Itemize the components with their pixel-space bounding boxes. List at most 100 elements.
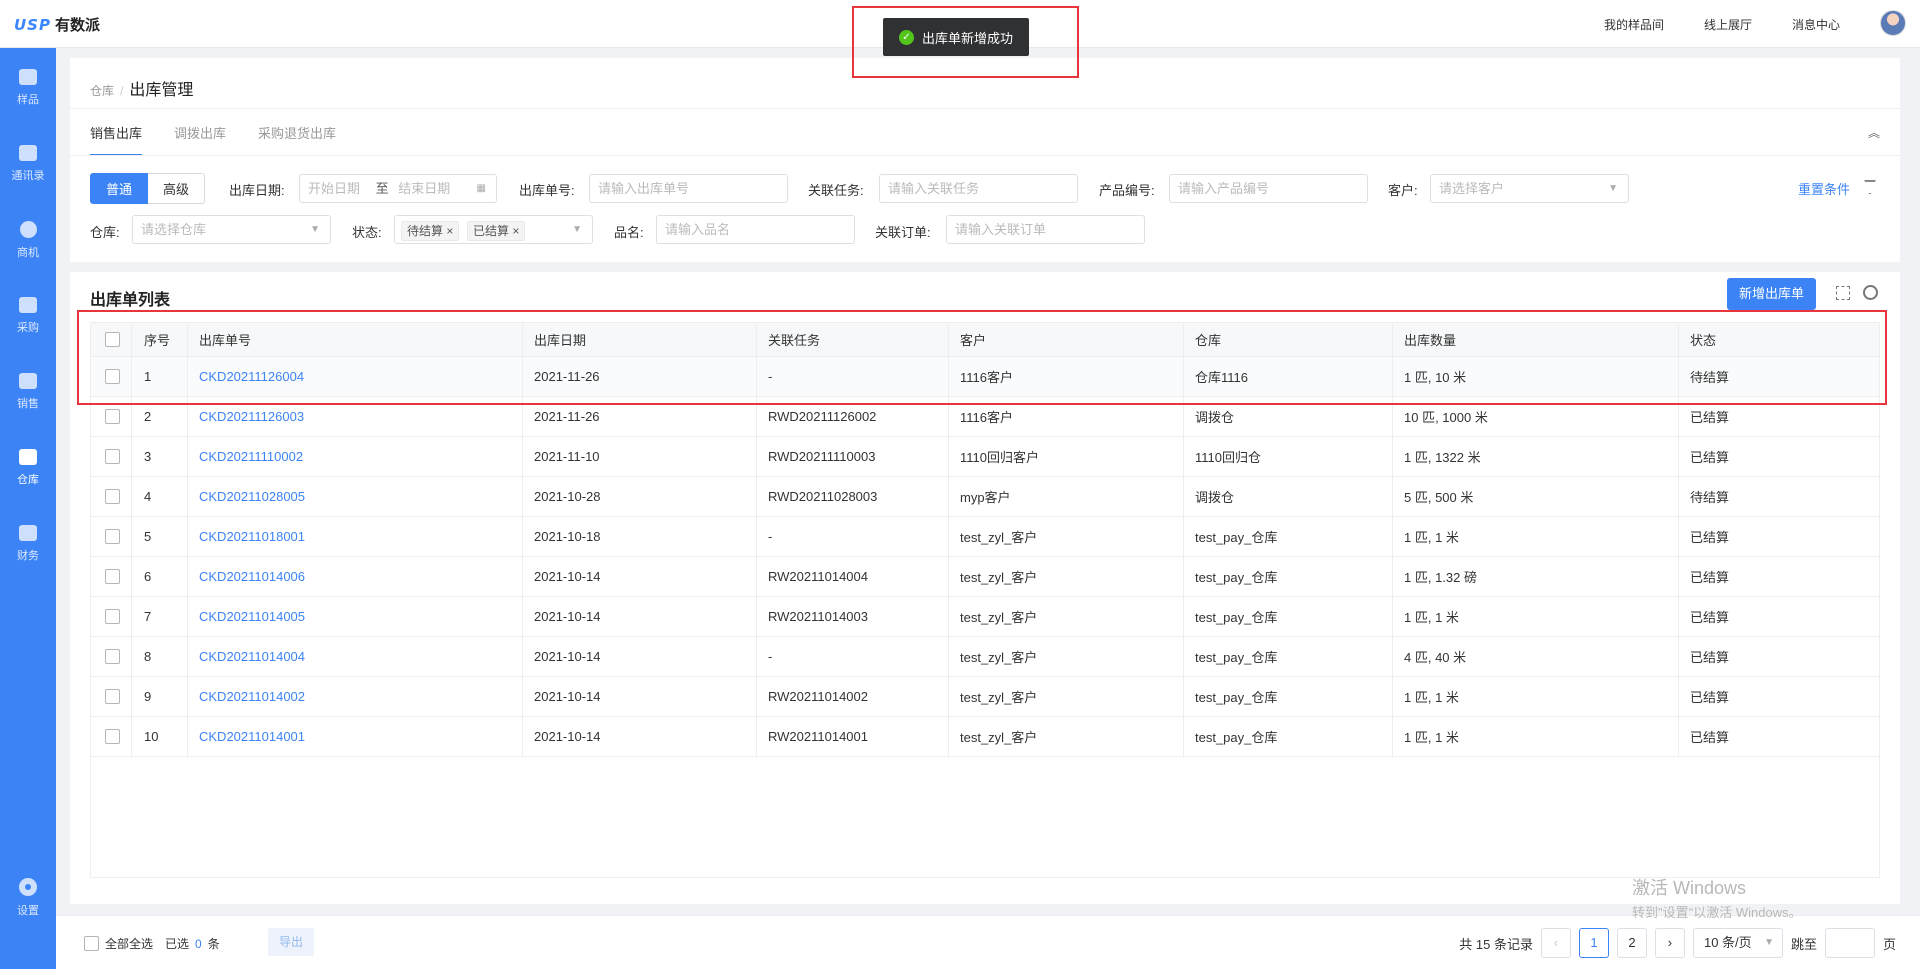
date-range-picker[interactable]: 开始日期 至 结束日期 ▦ xyxy=(299,174,497,203)
cell-date: 2021-10-28 xyxy=(522,477,601,516)
warehouse-placeholder: 请选择仓库 xyxy=(141,222,207,237)
row-checkbox[interactable] xyxy=(105,729,120,744)
cell-order-no[interactable]: CKD20211014004 xyxy=(187,637,305,676)
cell-order-no[interactable]: CKD20211014005 xyxy=(187,597,305,636)
row-checkbox[interactable] xyxy=(105,569,120,584)
cell-warehouse: test_pay_仓库 xyxy=(1183,597,1277,636)
cell-quantity: 1 匹, 1 米 xyxy=(1392,597,1459,636)
order-no-input[interactable]: 请输入出库单号 xyxy=(589,174,788,203)
cell-status: 已结算 xyxy=(1678,717,1729,756)
warehouse-select[interactable]: 请选择仓库 ▼ xyxy=(132,215,331,244)
chevron-down-icon: ▼ xyxy=(572,224,582,235)
add-outbound-button[interactable]: 新增出库单 xyxy=(1726,278,1816,310)
close-icon[interactable]: × xyxy=(512,224,519,238)
cell-quantity: 1 匹, 1322 米 xyxy=(1392,437,1481,476)
avatar[interactable] xyxy=(1880,10,1906,36)
table-row[interactable]: 1 CKD20211126004 2021-11-26 - 1116客户 仓库1116 1 … xyxy=(91,357,1879,397)
cell-order-no[interactable]: CKD20211126004 xyxy=(187,357,304,396)
table-row[interactable]: 6 CKD20211014006 2021-10-14 RW20211014004 te… xyxy=(91,557,1879,597)
cell-quantity: 1 匹, 1 米 xyxy=(1392,677,1459,716)
cell-warehouse: 调拨仓 xyxy=(1183,477,1234,516)
sidebar-item-contacts[interactable]: 通讯录 xyxy=(0,134,56,194)
collapse-up-icon[interactable]: ︽ xyxy=(1868,124,1880,141)
cell-order-no[interactable]: CKD20211028005 xyxy=(187,477,305,516)
cell-order-no[interactable]: CKD20211018001 xyxy=(187,517,305,556)
status-select[interactable]: 待结算 × 已结算 × ▼ xyxy=(394,215,593,244)
filter-icon[interactable] xyxy=(1864,180,1876,194)
cell-date: 2021-10-14 xyxy=(522,597,601,636)
row-checkbox[interactable] xyxy=(105,529,120,544)
prev-page-button[interactable]: ‹ xyxy=(1540,928,1571,958)
cell-index: 7 xyxy=(131,597,151,636)
top-nav-sample-room[interactable]: 我的样品间 xyxy=(1604,16,1664,33)
row-checkbox[interactable] xyxy=(105,489,120,504)
sidebar-item-settings[interactable]: 设置 xyxy=(0,868,56,928)
top-nav-message-center[interactable]: 消息中心 xyxy=(1792,16,1840,33)
table-row[interactable]: 7 CKD20211014005 2021-10-14 RW20211014003 te… xyxy=(91,597,1879,637)
select-all-checkbox[interactable] xyxy=(105,332,120,347)
watermark-line1: 激活 Windows xyxy=(1632,878,1747,898)
top-nav-online-showroom[interactable]: 线上展厅 xyxy=(1704,16,1752,33)
product-name-input[interactable]: 请输入品名 xyxy=(656,215,855,244)
date-label: 出库日期: xyxy=(229,183,285,198)
cell-order-no[interactable]: CKD20211110002 xyxy=(187,437,303,476)
cell-status: 已结算 xyxy=(1678,677,1729,716)
fullscreen-icon[interactable] xyxy=(1836,286,1850,300)
table-row[interactable]: 8 CKD20211014004 2021-10-14 - test_zyl_客户 tes… xyxy=(91,637,1879,677)
sidebar-item-label: 设置 xyxy=(17,905,39,917)
jump-page-input[interactable] xyxy=(1824,928,1875,958)
selected-prefix: 已选 xyxy=(165,937,190,951)
linked-order-input[interactable]: 请输入关联订单 xyxy=(946,215,1145,244)
row-checkbox[interactable] xyxy=(105,449,120,464)
table-row[interactable]: 2 CKD20211126003 2021-11-26 RWD20211126002 1… xyxy=(91,397,1879,437)
tab-sales-outbound[interactable]: 销售出库 xyxy=(90,123,143,156)
product-input[interactable]: 请输入产品编号 xyxy=(1169,174,1368,203)
cell-order-no[interactable]: CKD20211014001 xyxy=(187,717,305,756)
select-all-footer-checkbox[interactable] xyxy=(84,936,99,951)
mode-normal-button[interactable]: 普通 xyxy=(90,173,149,204)
sidebar-item-purchase[interactable]: 采购 xyxy=(0,286,56,346)
cell-task: RW20211014004 xyxy=(756,557,868,596)
breadcrumb-parent[interactable]: 仓库 xyxy=(90,82,114,99)
row-checkbox[interactable] xyxy=(105,369,120,384)
sidebar-item-opportunity[interactable]: 商机 xyxy=(0,210,56,270)
reset-filters-link[interactable]: 重置条件 xyxy=(1798,179,1850,198)
sidebar-item-sample[interactable]: 样品 xyxy=(0,58,56,118)
next-page-button[interactable]: › xyxy=(1654,928,1685,958)
settings-icon xyxy=(19,878,37,896)
cell-order-no[interactable]: CKD20211014002 xyxy=(187,677,305,716)
task-input[interactable]: 请输入关联任务 xyxy=(879,174,1078,203)
row-checkbox[interactable] xyxy=(105,409,120,424)
row-checkbox[interactable] xyxy=(105,649,120,664)
table-row[interactable]: 10 CKD20211014001 2021-10-14 RW20211014001 t… xyxy=(91,717,1879,757)
tab-purchase-return-outbound[interactable]: 采购退货出库 xyxy=(258,123,336,156)
sidebar-item-label: 通讯录 xyxy=(11,170,45,182)
row-checkbox[interactable] xyxy=(105,689,120,704)
cell-order-no[interactable]: CKD20211126003 xyxy=(187,397,304,436)
cell-order-no[interactable]: CKD20211014006 xyxy=(187,557,305,596)
table-row[interactable]: 3 CKD20211110002 2021-11-10 RWD20211110003 1… xyxy=(91,437,1879,477)
close-icon[interactable]: × xyxy=(446,224,453,238)
sidebar-item-warehouse[interactable]: 仓库 xyxy=(0,438,56,498)
cell-quantity: 1 匹, 1 米 xyxy=(1392,717,1459,756)
header-customer: 客户 xyxy=(948,323,986,356)
row-select-cell xyxy=(105,637,120,676)
gear-icon[interactable] xyxy=(1863,285,1878,300)
sidebar-item-finance[interactable]: 财务 xyxy=(0,514,56,574)
page-1-button[interactable]: 1 xyxy=(1578,928,1609,958)
sidebar-item-sales[interactable]: 销售 xyxy=(0,362,56,422)
app-logo[interactable]: USP 有数派 xyxy=(14,14,100,35)
tab-transfer-outbound[interactable]: 调拨出库 xyxy=(174,123,226,156)
table-row[interactable]: 9 CKD20211014002 2021-10-14 RW20211014002 te… xyxy=(91,677,1879,717)
row-select-cell xyxy=(105,477,120,516)
product-name-label: 品名: xyxy=(614,225,644,240)
export-button[interactable]: 导出 xyxy=(268,928,315,956)
row-checkbox[interactable] xyxy=(105,609,120,624)
table-row[interactable]: 4 CKD20211028005 2021-10-28 RWD20211028003 m… xyxy=(91,477,1879,517)
page-size-select[interactable]: 10 条/页 ▼ xyxy=(1692,928,1783,958)
customer-select[interactable]: 请选择客户 ▼ xyxy=(1430,174,1629,203)
mode-advanced-button[interactable]: 高级 xyxy=(148,173,206,204)
table-row[interactable]: 5 CKD20211018001 2021-10-18 - test_zyl_客户 tes… xyxy=(91,517,1879,557)
page-2-button[interactable]: 2 xyxy=(1616,928,1647,958)
breadcrumb-separator: / xyxy=(120,84,124,98)
